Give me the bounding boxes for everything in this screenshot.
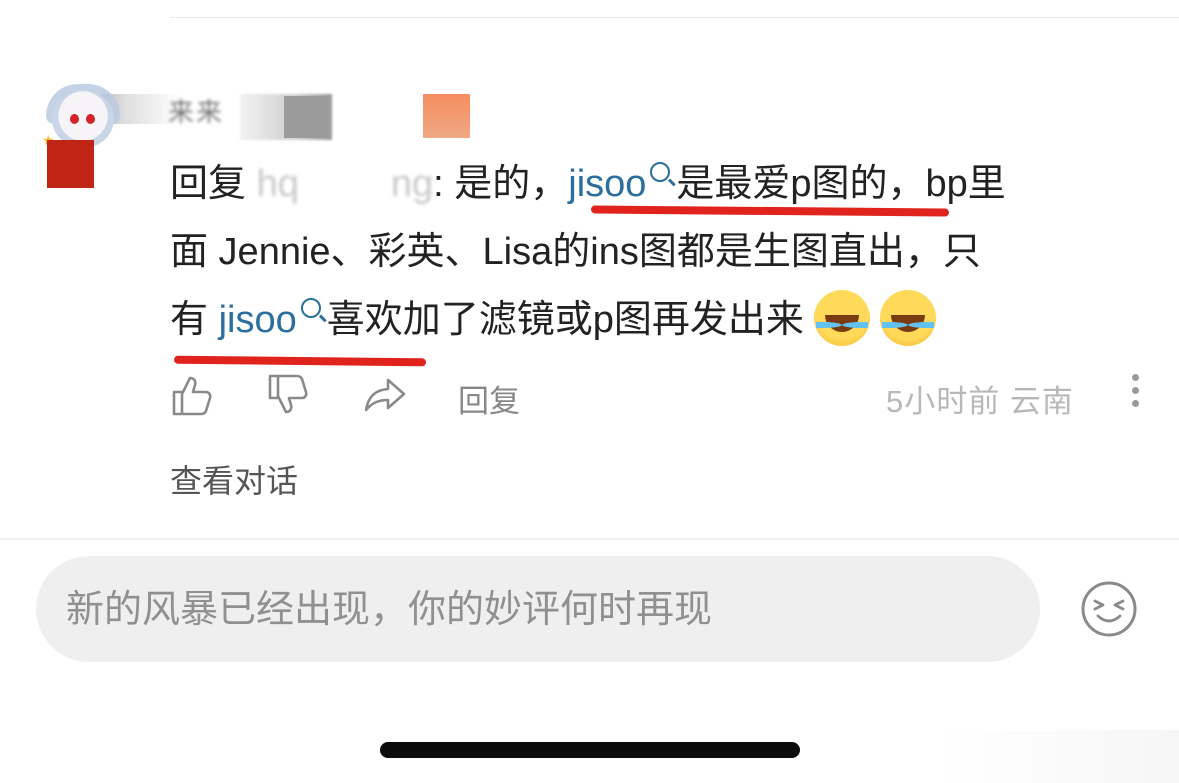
mentioned-user-redacted[interactable]: hq [257,163,299,205]
user-badge-redacted [423,94,470,138]
location: 云南 [1009,384,1074,419]
search-icon[interactable] [300,298,321,318]
emoji-picker-icon[interactable] [1080,580,1138,638]
avatar-eye [86,114,95,124]
watermark-area [940,730,1179,783]
top-divider [170,17,1179,18]
comment-part: 有 [170,299,209,341]
reply-prefix: 回复 [170,163,257,205]
comment-meta: 5小时前 云南 [886,376,1074,421]
comment-part: : 是的， [433,163,569,205]
laughing-tears-emoji-icon [879,289,936,346]
comment-part: 是最爱p图的，bp里 [676,163,1006,205]
comment-text: 回复 hq ng: 是的，jisoo 是最爱p图的，bp里 面 Jennie、彩英、… [170,150,1145,354]
thumbs-down-icon[interactable] [266,372,312,418]
comment-line-3: 有 jisoo 喜欢加了滤镜或p图再发出来 [170,286,1145,354]
share-icon[interactable] [362,372,408,418]
search-icon[interactable] [650,162,671,182]
home-indicator[interactable] [380,742,800,758]
topic-link-jisoo[interactable]: jisoo [219,299,297,341]
timestamp: 5小时前 [886,384,1001,419]
comment-line-2: 面 Jennie、彩英、Lisa的ins图都是生图直出，只 [170,231,981,273]
topic-link-jisoo[interactable]: jisoo [568,163,646,205]
more-options-icon[interactable] [1130,374,1140,414]
avatar-redaction-block [47,140,94,188]
username[interactable]: 来来 [168,92,224,129]
avatar[interactable]: ★ [40,82,180,192]
thumbs-up-icon[interactable] [170,372,216,418]
laughing-tears-emoji-icon [813,289,870,346]
view-conversation-link[interactable]: 查看对话 [170,456,298,502]
comment-input[interactable] [64,556,1008,664]
annotation-underline [173,355,427,367]
mentioned-user-tail[interactable]: ng [391,163,433,205]
avatar-eye [70,114,79,124]
comment-actions: 回复 5小时前 云南 [170,372,1150,420]
username-redaction [284,96,328,138]
section-divider [0,538,1179,540]
comment-part: 喜欢加了滤镜或p图再发出来 [326,299,804,341]
reply-button[interactable]: 回复 [458,376,520,421]
comment-input-container [36,556,1040,664]
